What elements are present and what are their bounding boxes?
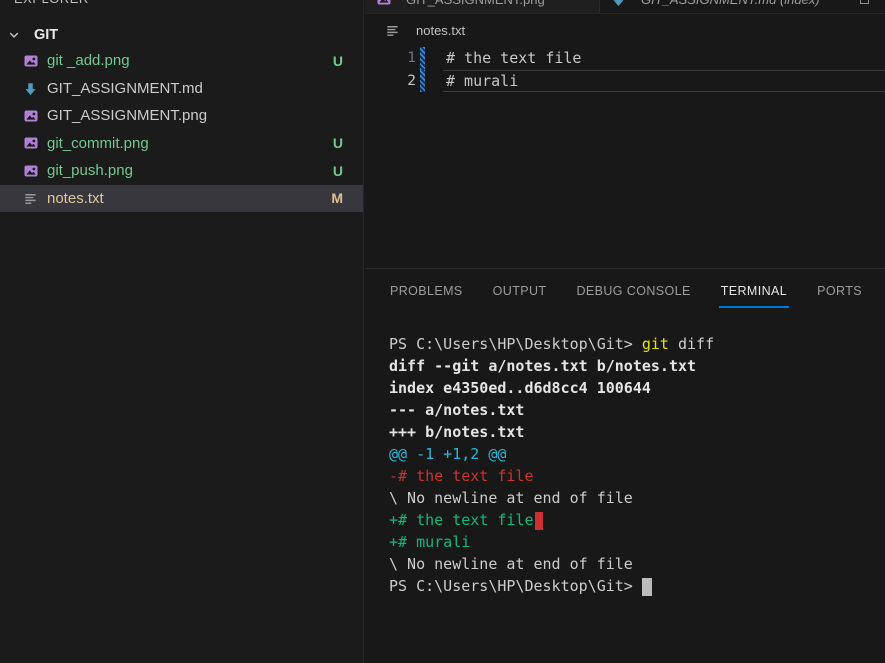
bottom-panel: PROBLEMS OUTPUT DEBUG CONSOLE TERMINAL PORTS… bbox=[365, 268, 885, 663]
image-file-icon bbox=[22, 162, 39, 179]
terminal-line: index e4350ed..d6d8cc4 100644 bbox=[389, 377, 885, 399]
terminal-line: \ No newline at end of file bbox=[389, 487, 885, 509]
terminal-text-segment: git bbox=[642, 335, 669, 353]
explorer-file-row[interactable]: git_push.pngU bbox=[0, 157, 363, 185]
text-file-icon bbox=[384, 22, 401, 39]
panel-tab-ports[interactable]: PORTS bbox=[817, 269, 862, 313]
file-name: GIT_ASSIGNMENT.md bbox=[47, 80, 343, 97]
markdown-file-icon bbox=[22, 80, 39, 97]
tab-label: GIT_ASSIGNMENT.png bbox=[406, 0, 545, 7]
terminal-line: PS C:\Users\HP\Desktop\Git> bbox=[389, 575, 885, 597]
line-text: # the text file bbox=[425, 49, 581, 67]
editor-line[interactable]: 1 # the text file bbox=[365, 47, 885, 70]
terminal-line: +++ b/notes.txt bbox=[389, 421, 885, 443]
close-icon[interactable] bbox=[860, 0, 869, 4]
terminal-line: @@ -1 +1,2 @@ bbox=[389, 443, 885, 465]
terminal-cursor bbox=[642, 578, 652, 596]
file-name: git_push.png bbox=[47, 162, 333, 179]
explorer-file-row[interactable]: notes.txtM bbox=[0, 185, 363, 213]
terminal-text-segment: +# murali bbox=[389, 533, 470, 551]
tab-git-assignment-png[interactable]: GIT_ASSIGNMENT.png bbox=[365, 0, 600, 14]
editor-line[interactable]: 2 # murali bbox=[365, 70, 885, 93]
file-name: notes.txt bbox=[47, 190, 331, 207]
line-number: 1 bbox=[365, 50, 416, 66]
explorer-section-git[interactable]: GIT bbox=[0, 22, 363, 47]
breadcrumb[interactable]: notes.txt bbox=[365, 14, 885, 47]
terminal-line: +# murali bbox=[389, 531, 885, 553]
chevron-down-icon bbox=[5, 26, 22, 43]
tab-label: GIT_ASSIGNMENT.md (index) bbox=[641, 0, 820, 7]
panel-tab-terminal[interactable]: TERMINAL bbox=[721, 269, 787, 313]
panel-tab-debug-console[interactable]: DEBUG CONSOLE bbox=[576, 269, 690, 313]
image-file-icon bbox=[22, 135, 39, 152]
vscode-window: EXPLORER GIT git _add.pngUGIT_ASSIGNMENT… bbox=[0, 0, 885, 663]
terminal-text-segment: --- a/notes.txt bbox=[389, 401, 524, 419]
text-file-icon bbox=[22, 190, 39, 207]
explorer-file-list: git _add.pngUGIT_ASSIGNMENT.mdGIT_ASSIGN… bbox=[0, 47, 363, 212]
explorer-file-row[interactable]: GIT_ASSIGNMENT.png bbox=[0, 102, 363, 130]
git-status-badge: M bbox=[331, 190, 343, 206]
terminal-text-segment: index e4350ed..d6d8cc4 100644 bbox=[389, 379, 651, 397]
terminal-output[interactable]: PS C:\Users\HP\Desktop\Git> git diffdiff… bbox=[365, 313, 885, 597]
editor-code[interactable]: 1 # the text file 2 # murali bbox=[365, 47, 885, 92]
panel-tab-output[interactable]: OUTPUT bbox=[493, 269, 547, 313]
terminal-line: \ No newline at end of file bbox=[389, 553, 885, 575]
terminal-text-segment: diff bbox=[669, 335, 714, 353]
line-text: # murali bbox=[425, 72, 518, 90]
terminal-text-segment: @@ -1 +1,2 @@ bbox=[389, 445, 506, 463]
git-status-badge: U bbox=[333, 163, 343, 179]
terminal-line: --- a/notes.txt bbox=[389, 399, 885, 421]
terminal-line: diff --git a/notes.txt b/notes.txt bbox=[389, 355, 885, 377]
explorer-file-row[interactable]: git _add.pngU bbox=[0, 47, 363, 75]
image-file-icon bbox=[375, 0, 392, 8]
git-status-badge: U bbox=[333, 135, 343, 151]
terminal-line: -# the text file bbox=[389, 465, 885, 487]
file-name: GIT_ASSIGNMENT.png bbox=[47, 107, 343, 124]
terminal-text-segment: +# the text file bbox=[389, 511, 534, 529]
git-status-badge: U bbox=[333, 53, 343, 69]
explorer-sidebar: EXPLORER GIT git _add.pngUGIT_ASSIGNMENT… bbox=[0, 0, 364, 663]
explorer-file-row[interactable]: GIT_ASSIGNMENT.md bbox=[0, 75, 363, 103]
line-number: 2 bbox=[365, 73, 416, 89]
markdown-file-icon bbox=[610, 0, 627, 8]
image-file-icon bbox=[22, 107, 39, 124]
editor-area: GIT_ASSIGNMENT.png GIT_ASSIGNMENT.md (in… bbox=[365, 0, 885, 268]
terminal-line: PS C:\Users\HP\Desktop\Git> git diff bbox=[389, 333, 885, 355]
panel-tab-bar: PROBLEMS OUTPUT DEBUG CONSOLE TERMINAL PORTS bbox=[365, 269, 885, 313]
terminal-line: +# the text file bbox=[389, 509, 885, 531]
terminal-text-segment: \ No newline at end of file bbox=[389, 555, 633, 573]
terminal-text-segment: \ No newline at end of file bbox=[389, 489, 633, 507]
explorer-title: EXPLORER bbox=[14, 0, 89, 6]
image-file-icon bbox=[22, 52, 39, 69]
terminal-text-segment: +++ b/notes.txt bbox=[389, 423, 524, 441]
terminal-text-segment: PS C:\Users\HP\Desktop\Git> bbox=[389, 577, 642, 595]
editor-tab-bar: GIT_ASSIGNMENT.png GIT_ASSIGNMENT.md (in… bbox=[365, 0, 885, 14]
file-name: git _add.png bbox=[47, 52, 333, 69]
terminal-text-segment: -# the text file bbox=[389, 467, 534, 485]
panel-tab-problems[interactable]: PROBLEMS bbox=[390, 269, 463, 313]
file-name: git_commit.png bbox=[47, 135, 333, 152]
terminal-text-segment: PS C:\Users\HP\Desktop\Git> bbox=[389, 335, 642, 353]
explorer-file-row[interactable]: git_commit.pngU bbox=[0, 130, 363, 158]
breadcrumb-filename: notes.txt bbox=[416, 23, 465, 38]
section-label: GIT bbox=[34, 27, 58, 43]
tab-git-assignment-md-index[interactable]: GIT_ASSIGNMENT.md (index) bbox=[600, 0, 885, 14]
trailing-whitespace-marker bbox=[535, 512, 543, 530]
terminal-text-segment: diff --git a/notes.txt b/notes.txt bbox=[389, 357, 696, 375]
